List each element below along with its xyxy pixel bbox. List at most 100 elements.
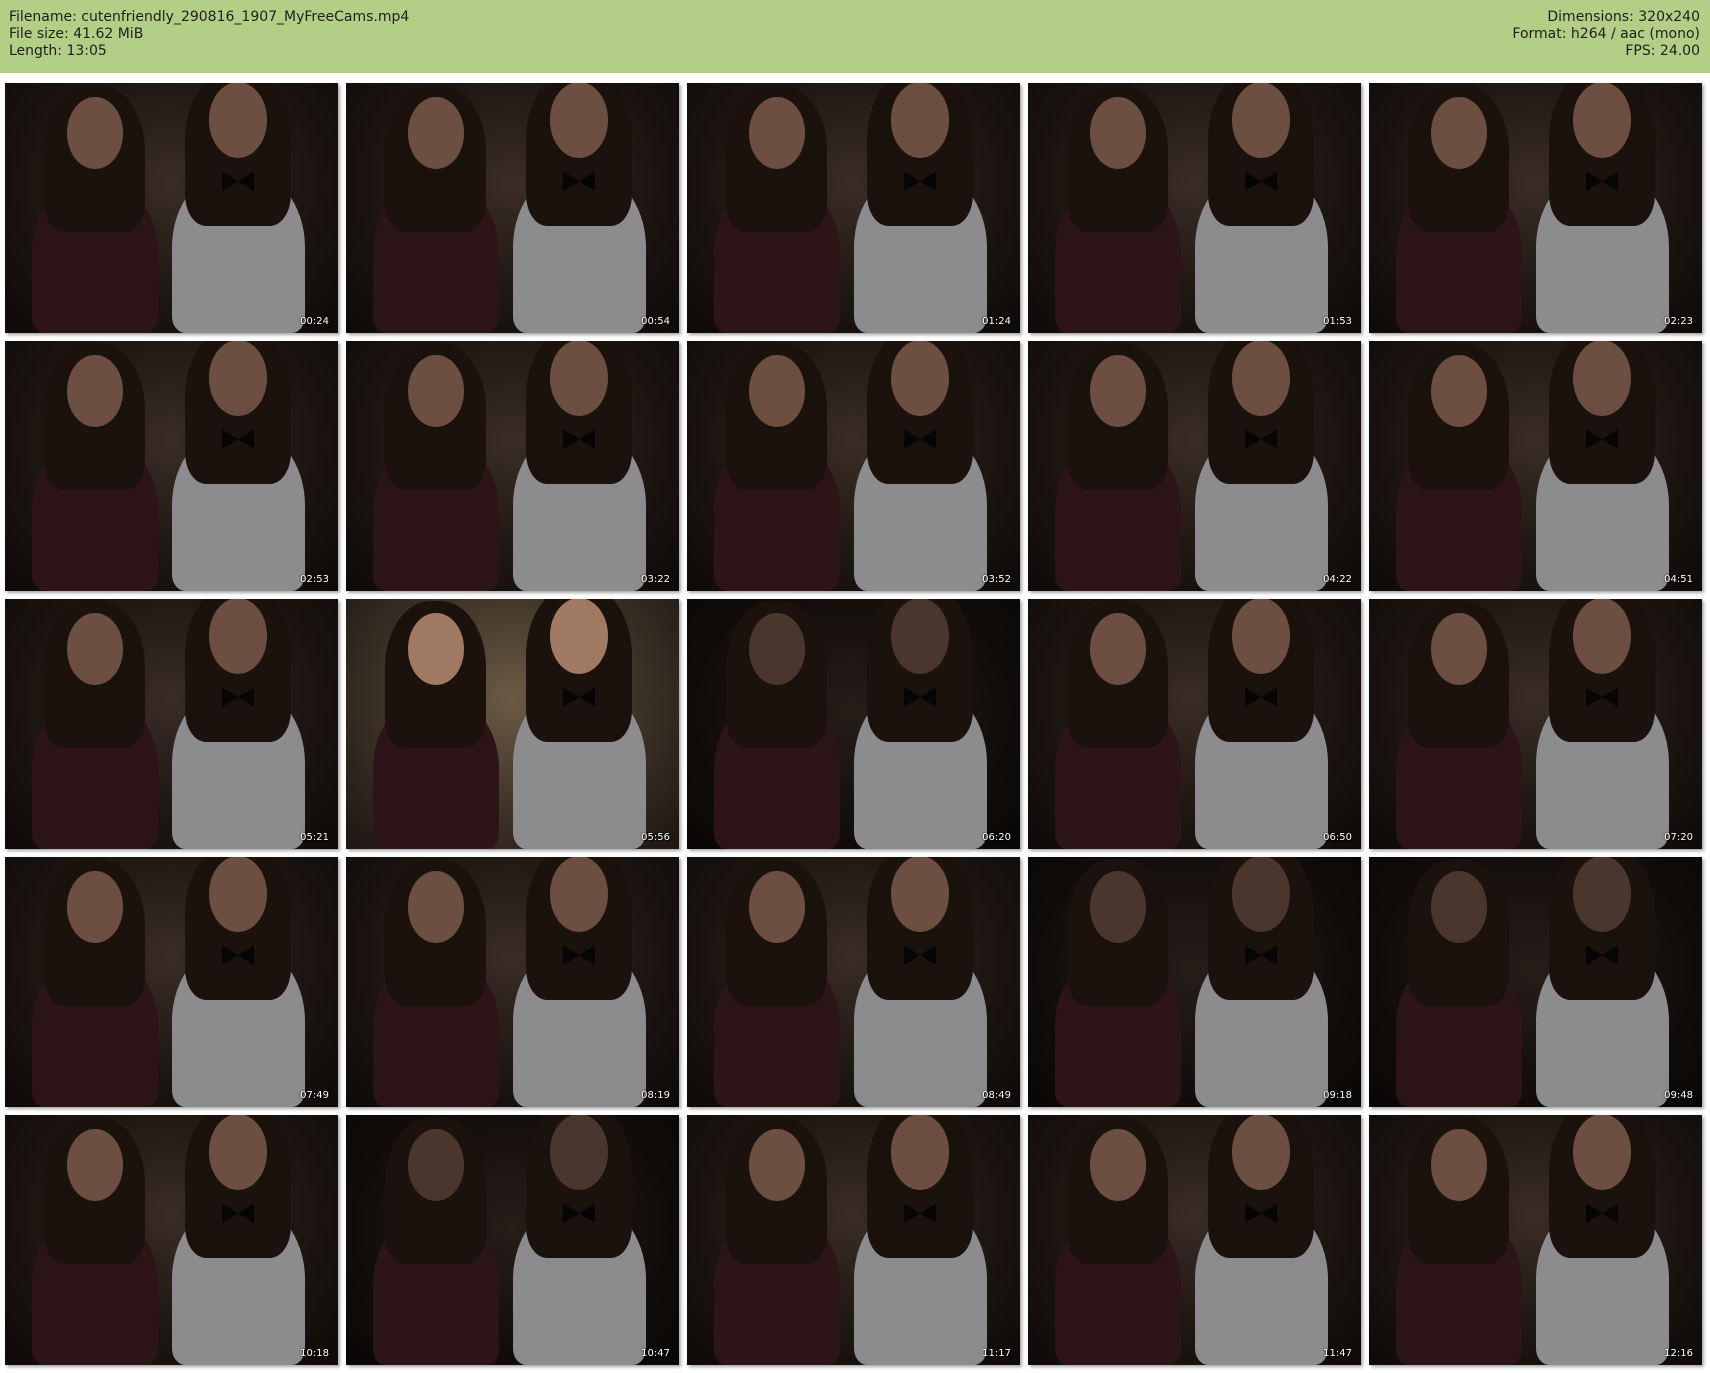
person-right-silhouette xyxy=(512,857,646,1107)
thumbnail-frame xyxy=(1028,341,1361,591)
person-right-silhouette xyxy=(1535,341,1669,591)
thumbnail-frame xyxy=(1369,1115,1702,1365)
video-thumbnail: 01:24 xyxy=(687,83,1020,333)
thumbnail-timestamp: 01:53 xyxy=(1323,316,1352,327)
video-thumbnail: 00:54 xyxy=(346,83,679,333)
thumbnail-frame xyxy=(5,83,338,333)
person-left-silhouette xyxy=(1054,601,1182,849)
video-thumbnail: 11:17 xyxy=(687,1115,1020,1365)
thumbnail-timestamp: 03:52 xyxy=(982,574,1011,585)
thumbnail-timestamp: 05:56 xyxy=(641,832,670,843)
thumbnail-frame xyxy=(1369,83,1702,333)
video-thumbnail: 00:24 xyxy=(5,83,338,333)
video-thumbnail: 05:21 xyxy=(5,599,338,849)
thumbnail-frame xyxy=(687,857,1020,1107)
person-right-silhouette xyxy=(1194,83,1328,333)
thumbnail-frame xyxy=(1028,599,1361,849)
filename-label: Filename: cutenfriendly_290816_1907_MyFr… xyxy=(9,9,410,25)
person-right-silhouette xyxy=(171,599,305,849)
thumbnail-frame xyxy=(5,599,338,849)
thumbnail-frame xyxy=(5,857,338,1107)
person-right-silhouette xyxy=(512,1115,646,1365)
person-right-silhouette xyxy=(853,599,987,849)
person-left-silhouette xyxy=(372,343,500,591)
person-right-silhouette xyxy=(512,83,646,333)
thumbnail-frame xyxy=(687,83,1020,333)
person-left-silhouette xyxy=(713,601,841,849)
person-left-silhouette xyxy=(1054,859,1182,1107)
person-left-silhouette xyxy=(713,343,841,591)
thumbnail-timestamp: 10:47 xyxy=(641,1348,670,1359)
video-thumbnail: 05:56 xyxy=(346,599,679,849)
file-size-label: File size: 41.62 MiB xyxy=(9,26,144,42)
thumbnail-timestamp: 02:53 xyxy=(300,574,329,585)
person-left-silhouette xyxy=(372,601,500,849)
format-label: Format: h264 / aac (mono) xyxy=(1512,26,1700,42)
person-left-silhouette xyxy=(713,1117,841,1365)
video-thumbnail: 09:18 xyxy=(1028,857,1361,1107)
thumbnail-timestamp: 05:21 xyxy=(300,832,329,843)
person-left-silhouette xyxy=(1395,859,1523,1107)
video-thumbnail: 07:20 xyxy=(1369,599,1702,849)
thumbnail-frame xyxy=(1028,83,1361,333)
thumbnail-frame xyxy=(687,1115,1020,1365)
thumbnail-timestamp: 02:23 xyxy=(1664,316,1693,327)
person-left-silhouette xyxy=(1395,85,1523,333)
person-left-silhouette xyxy=(1054,1117,1182,1365)
file-info-header: Filename: cutenfriendly_290816_1907_MyFr… xyxy=(0,0,1710,73)
thumbnail-frame xyxy=(687,599,1020,849)
thumbnail-timestamp: 00:54 xyxy=(641,316,670,327)
person-left-silhouette xyxy=(1054,85,1182,333)
fps-label: FPS: 24.00 xyxy=(1625,43,1700,59)
video-thumbnail: 02:53 xyxy=(5,341,338,591)
person-right-silhouette xyxy=(853,857,987,1107)
video-thumbnail: 01:53 xyxy=(1028,83,1361,333)
video-thumbnail: 08:19 xyxy=(346,857,679,1107)
video-thumbnail: 06:50 xyxy=(1028,599,1361,849)
person-right-silhouette xyxy=(853,1115,987,1365)
person-right-silhouette xyxy=(171,1115,305,1365)
file-info-right: Dimensions: 320x240 Format: h264 / aac (… xyxy=(1512,9,1700,60)
person-right-silhouette xyxy=(1535,83,1669,333)
thumbnail-timestamp: 03:22 xyxy=(641,574,670,585)
thumbnail-timestamp: 10:18 xyxy=(300,1348,329,1359)
thumbnail-timestamp: 07:49 xyxy=(300,1090,329,1101)
thumbnail-frame xyxy=(687,341,1020,591)
person-right-silhouette xyxy=(1194,341,1328,591)
video-thumbnail: 11:47 xyxy=(1028,1115,1361,1365)
person-left-silhouette xyxy=(1054,343,1182,591)
thumbnail-timestamp: 01:24 xyxy=(982,316,1011,327)
video-thumbnail: 02:23 xyxy=(1369,83,1702,333)
video-thumbnail: 09:48 xyxy=(1369,857,1702,1107)
thumbnail-frame xyxy=(1369,599,1702,849)
person-left-silhouette xyxy=(1395,601,1523,849)
person-left-silhouette xyxy=(31,601,159,849)
person-right-silhouette xyxy=(853,83,987,333)
thumbnail-timestamp: 09:18 xyxy=(1323,1090,1352,1101)
thumbnail-frame xyxy=(1369,341,1702,591)
thumbnail-frame xyxy=(5,1115,338,1365)
thumbnail-timestamp: 04:22 xyxy=(1323,574,1352,585)
dimensions-label: Dimensions: 320x240 xyxy=(1547,9,1700,25)
thumbnail-timestamp: 11:17 xyxy=(982,1348,1011,1359)
person-left-silhouette xyxy=(372,859,500,1107)
thumbnail-frame xyxy=(1369,857,1702,1107)
video-thumbnail: 10:47 xyxy=(346,1115,679,1365)
person-right-silhouette xyxy=(1194,857,1328,1107)
video-thumbnail: 07:49 xyxy=(5,857,338,1107)
person-left-silhouette xyxy=(1395,1117,1523,1365)
person-right-silhouette xyxy=(512,599,646,849)
person-left-silhouette xyxy=(372,85,500,333)
thumbnail-timestamp: 06:20 xyxy=(982,832,1011,843)
person-right-silhouette xyxy=(171,857,305,1107)
person-left-silhouette xyxy=(1395,343,1523,591)
person-right-silhouette xyxy=(1194,599,1328,849)
thumbnail-frame xyxy=(346,599,679,849)
person-left-silhouette xyxy=(713,859,841,1107)
thumbnail-frame xyxy=(5,341,338,591)
thumbnail-timestamp: 08:19 xyxy=(641,1090,670,1101)
thumbnail-frame xyxy=(346,341,679,591)
thumbnail-timestamp: 08:49 xyxy=(982,1090,1011,1101)
person-right-silhouette xyxy=(1535,857,1669,1107)
person-left-silhouette xyxy=(372,1117,500,1365)
